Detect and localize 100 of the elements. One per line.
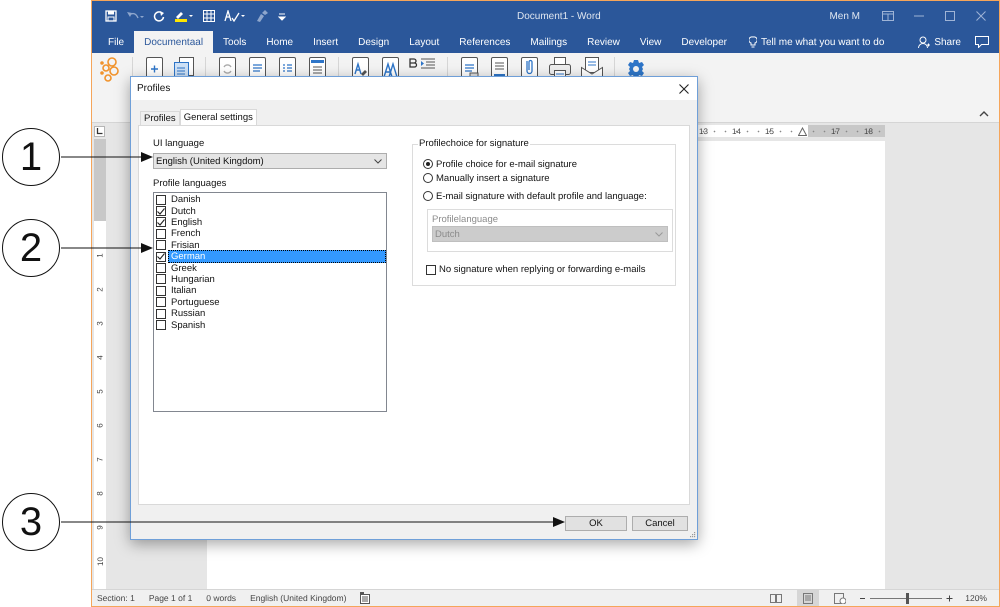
ruler-number: 7 — [96, 456, 104, 462]
ruler-number: 18 — [863, 126, 874, 136]
maximize-icon[interactable] — [944, 11, 956, 21]
ruler-number: 5 — [96, 388, 104, 394]
slider-thumb[interactable] — [906, 592, 909, 604]
list-item[interactable]: Spanish — [168, 318, 386, 332]
radio-option[interactable]: E-mail signature with default profile and language: — [423, 189, 675, 203]
status-text: 0 words — [206, 593, 236, 603]
checkbox[interactable] — [156, 194, 166, 205]
list-item[interactable]: Frisian — [168, 238, 386, 252]
checkbox[interactable] — [156, 274, 166, 284]
callout-number: 3 — [2, 493, 60, 551]
ribbon-tab[interactable]: Mailings — [520, 31, 578, 53]
tab-stop-icon — [96, 128, 103, 134]
chevron-down-icon — [655, 232, 663, 236]
checkmark-icon — [157, 253, 165, 260]
indent-marker-icon[interactable] — [798, 126, 807, 136]
checkbox[interactable] — [156, 217, 166, 228]
status-text: Page 1 of 1 — [148, 593, 192, 603]
checkbox[interactable] — [156, 286, 166, 296]
ribbon-tab[interactable]: Insert — [303, 31, 348, 53]
cancel-button[interactable]: Cancel — [632, 516, 688, 531]
resize-grip-icon[interactable] — [689, 531, 696, 538]
field-label: Profilelanguage — [432, 214, 500, 226]
checkbox[interactable] — [426, 264, 436, 274]
group-title: Profilechoice for signature — [418, 138, 530, 149]
dialog-tab[interactable]: General settings — [180, 109, 257, 125]
save-icon[interactable] — [105, 10, 117, 22]
status-text: Section: 1 — [97, 593, 135, 603]
tab-selector[interactable] — [94, 126, 105, 136]
zoom-in-icon[interactable] — [946, 594, 954, 602]
table-icon[interactable] — [203, 10, 215, 22]
ribbon-tab[interactable]: Layout — [399, 31, 450, 53]
radio-button[interactable] — [423, 159, 433, 169]
ribbon-tab[interactable]: Home — [256, 31, 304, 53]
ok-button[interactable]: OK — [565, 516, 627, 531]
ribbon-tab[interactable]: Design — [348, 31, 400, 53]
user-name: Men M — [829, 10, 860, 22]
print-layout-button[interactable] — [797, 590, 820, 606]
tell-me-field[interactable]: Tell me what you want to do — [747, 31, 886, 53]
checkbox[interactable] — [156, 252, 166, 262]
callout-number: 2 — [2, 219, 60, 277]
track-changes-icon[interactable] — [360, 592, 372, 604]
radio-button[interactable] — [423, 173, 433, 183]
ruler-number: 17 — [830, 126, 841, 136]
field-label: Profile languages — [153, 178, 228, 190]
share-button[interactable]: Share — [918, 31, 961, 53]
ruler-number: 13 — [698, 126, 709, 136]
list-item[interactable]: Portuguese — [168, 296, 386, 309]
language-list[interactable]: Danish Dutch English French Frisian German Greek Hungarian Italian Portuguese Russian Spanish — [153, 192, 387, 412]
ruler-number: 14 — [731, 126, 742, 136]
ribbon-tab[interactable]: Developer — [671, 31, 737, 53]
redo-icon[interactable] — [153, 10, 165, 22]
list-item[interactable]: Greek — [168, 262, 386, 275]
radio-option[interactable]: Profile choice for e-mail signature — [423, 157, 675, 171]
lightbulb-icon — [749, 36, 757, 48]
spelling-icon[interactable] — [224, 10, 246, 22]
ruler-number: 9 — [96, 524, 104, 530]
checkbox[interactable] — [156, 297, 166, 308]
list-item[interactable]: Hungarian — [168, 272, 386, 286]
ruler-number: 2 — [96, 286, 104, 292]
zoom-level: 120% — [965, 593, 987, 603]
chevron-down-icon — [374, 158, 382, 164]
format-painter-icon[interactable] — [255, 10, 269, 22]
ui-language-dropdown[interactable]: English (United Kingdom) — [153, 153, 387, 169]
ribbon-tab[interactable]: File — [98, 31, 134, 53]
ribbon-tab[interactable]: Tools — [213, 31, 256, 53]
highlighter-icon[interactable] — [174, 10, 194, 22]
ruler-number: 15 — [764, 126, 775, 136]
checkbox[interactable] — [156, 240, 166, 250]
radio-option[interactable]: Manually insert a signature — [423, 171, 675, 185]
checkbox[interactable] — [156, 228, 166, 239]
dialog-tab[interactable]: Profiles — [140, 111, 180, 125]
ruler-number: 3 — [96, 320, 104, 326]
list-item[interactable]: French — [168, 227, 386, 240]
ruler-number: 4 — [96, 354, 104, 360]
checkbox-option[interactable]: No signature when replying or forwarding e-mails — [426, 264, 675, 275]
list-item[interactable]: Danish — [168, 193, 386, 206]
comment-icon[interactable] — [975, 36, 989, 48]
ruler-number: 10 — [96, 556, 104, 566]
checkbox[interactable] — [156, 263, 166, 274]
ribbon-display-icon[interactable] — [882, 11, 894, 21]
checkbox[interactable] — [156, 206, 166, 216]
list-item[interactable]: Russian — [168, 307, 386, 320]
radio-button[interactable] — [423, 191, 433, 201]
ribbon-tab[interactable]: References — [449, 31, 520, 53]
web-page-icon — [834, 592, 846, 604]
person-icon — [918, 36, 930, 48]
list-item[interactable]: English — [168, 216, 386, 229]
collapse-ribbon-icon[interactable] — [979, 110, 989, 118]
list-item[interactable]: Dutch — [168, 204, 386, 218]
checkbox[interactable] — [156, 308, 166, 319]
callout-number: 1 — [2, 128, 60, 186]
ruler-number: 8 — [96, 490, 104, 496]
ribbon-tab[interactable]: Review — [577, 31, 630, 53]
close-icon[interactable] — [679, 84, 689, 94]
list-item[interactable]: Italian — [168, 284, 386, 298]
checkbox[interactable] — [156, 320, 166, 330]
ribbon-tab[interactable]: View — [630, 31, 672, 53]
ribbon-tab[interactable]: Documentaal — [134, 31, 214, 53]
